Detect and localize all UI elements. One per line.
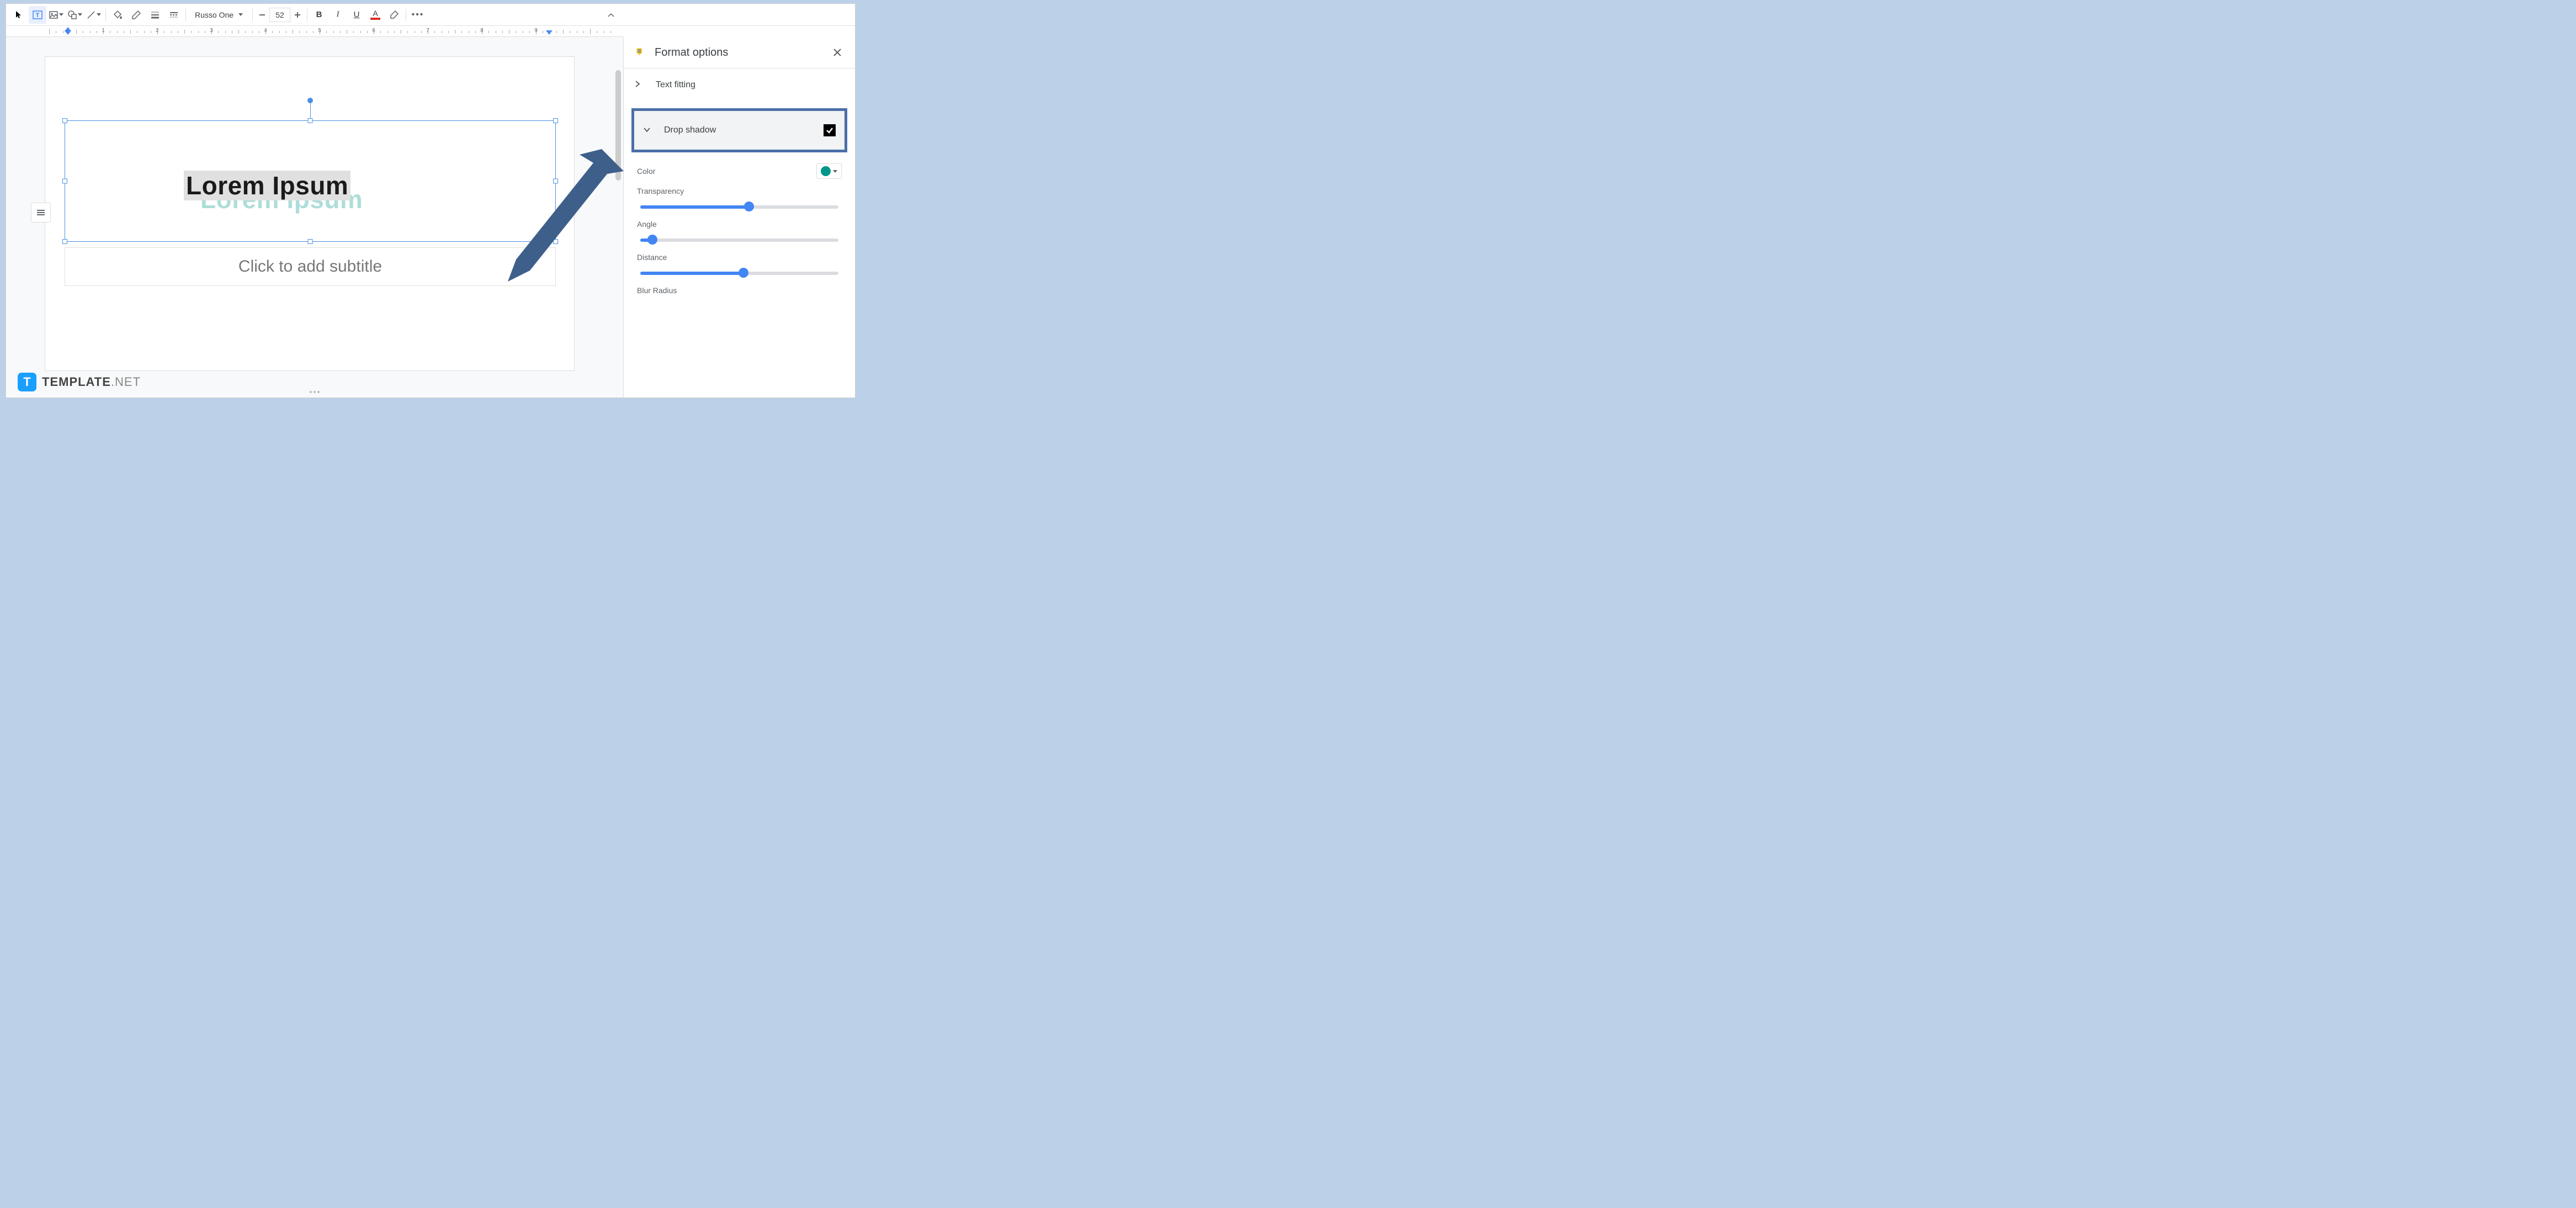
blur-label: Blur Radius (637, 286, 842, 295)
angle-slider[interactable] (640, 239, 838, 242)
resize-handle[interactable] (308, 118, 313, 123)
slider-thumb[interactable] (744, 202, 754, 211)
underline-button[interactable]: U (348, 6, 365, 24)
ruler-indent-marker[interactable] (65, 27, 71, 31)
collapse-toolbar[interactable] (602, 6, 620, 24)
rotation-handle[interactable] (307, 98, 313, 103)
slider-thumb[interactable] (739, 268, 748, 278)
font-name: Russo One (195, 10, 233, 19)
resize-handle[interactable] (62, 239, 67, 244)
speaker-notes-toggle[interactable] (31, 203, 51, 222)
shadow-color-picker[interactable] (816, 163, 842, 179)
distance-label: Distance (637, 253, 842, 262)
color-label: Color (637, 167, 655, 176)
italic-button[interactable]: I (329, 6, 347, 24)
section-label: Drop shadow (664, 125, 814, 135)
chevron-down-icon (59, 13, 64, 16)
distance-control: Distance (637, 253, 842, 275)
line-tool[interactable] (85, 6, 103, 24)
border-color-tool[interactable] (128, 6, 145, 24)
textbox-tool[interactable]: T (29, 6, 46, 24)
separator (185, 9, 186, 21)
distance-slider[interactable] (640, 272, 838, 275)
blur-control: Blur Radius (637, 286, 842, 295)
drop-shadow-highlight: Drop shadow (631, 108, 847, 152)
horizontal-ruler: 123456789 (6, 26, 623, 37)
fill-color-tool[interactable] (109, 6, 126, 24)
font-size-increase[interactable] (291, 6, 304, 24)
resize-handle[interactable] (553, 179, 558, 184)
border-weight-tool[interactable] (146, 6, 164, 24)
resize-handle[interactable] (553, 118, 558, 123)
border-dash-tool[interactable] (165, 6, 183, 24)
shape-tool[interactable] (66, 6, 84, 24)
svg-text:T: T (36, 12, 40, 19)
panel-header: Format options (624, 37, 855, 68)
slide[interactable]: Lorem Ipsum Lorem Ipsum Click to add sub… (45, 56, 575, 371)
watermark-icon: T (18, 373, 36, 391)
resize-handle[interactable] (62, 179, 67, 184)
chevron-down-icon (833, 170, 837, 173)
text-color-bar (370, 18, 380, 20)
more-tools[interactable]: ••• (409, 6, 427, 24)
shadow-color-row: Color (637, 163, 842, 179)
title-text[interactable]: Lorem Ipsum (184, 171, 350, 200)
angle-control: Angle (637, 220, 842, 242)
transparency-control: Transparency (637, 187, 842, 209)
separator (105, 9, 106, 21)
font-selector[interactable]: Russo One (189, 6, 249, 24)
chevron-down-icon (643, 125, 654, 135)
panel-resize-grabber[interactable] (310, 391, 320, 393)
format-options-panel: Format options Text fitting (623, 37, 855, 398)
watermark: T TEMPLATE.NET (18, 373, 141, 391)
format-options-icon (635, 46, 647, 59)
title-textbox[interactable]: Lorem Ipsum Lorem Ipsum (65, 120, 556, 242)
transparency-slider[interactable] (640, 205, 838, 209)
chevron-down-icon (238, 13, 243, 16)
text-color-button[interactable]: A (367, 6, 384, 24)
bold-button[interactable]: B (310, 6, 328, 24)
chevron-right-icon (635, 80, 646, 91)
font-size-input[interactable] (269, 8, 290, 22)
vertical-scrollbar[interactable] (615, 70, 621, 181)
chevron-down-icon (96, 13, 102, 16)
drop-shadow-section[interactable]: Drop shadow (634, 111, 844, 150)
color-swatch-dot (821, 166, 831, 176)
chevron-down-icon (77, 13, 83, 16)
main-toolbar: T Russo One (6, 4, 855, 26)
select-tool[interactable] (10, 6, 28, 24)
section-label: Text fitting (656, 80, 844, 90)
text-fitting-section[interactable]: Text fitting (635, 68, 844, 102)
highlight-button[interactable] (385, 6, 403, 24)
image-tool[interactable] (47, 6, 65, 24)
slide-canvas[interactable]: Lorem Ipsum Lorem Ipsum Click to add sub… (6, 37, 623, 398)
watermark-text: TEMPLATE.NET (42, 375, 141, 389)
subtitle-placeholder[interactable]: Click to add subtitle (65, 247, 556, 286)
panel-title: Format options (655, 46, 823, 59)
angle-label: Angle (637, 220, 842, 229)
resize-handle[interactable] (308, 239, 313, 244)
drop-shadow-checkbox[interactable] (824, 124, 836, 136)
slider-thumb[interactable] (647, 235, 657, 245)
rotation-line (310, 102, 311, 118)
transparency-label: Transparency (637, 187, 842, 195)
font-size-decrease[interactable] (256, 6, 269, 24)
separator (252, 9, 253, 21)
close-panel-button[interactable] (831, 46, 844, 59)
resize-handle[interactable] (553, 239, 558, 244)
resize-handle[interactable] (62, 118, 67, 123)
